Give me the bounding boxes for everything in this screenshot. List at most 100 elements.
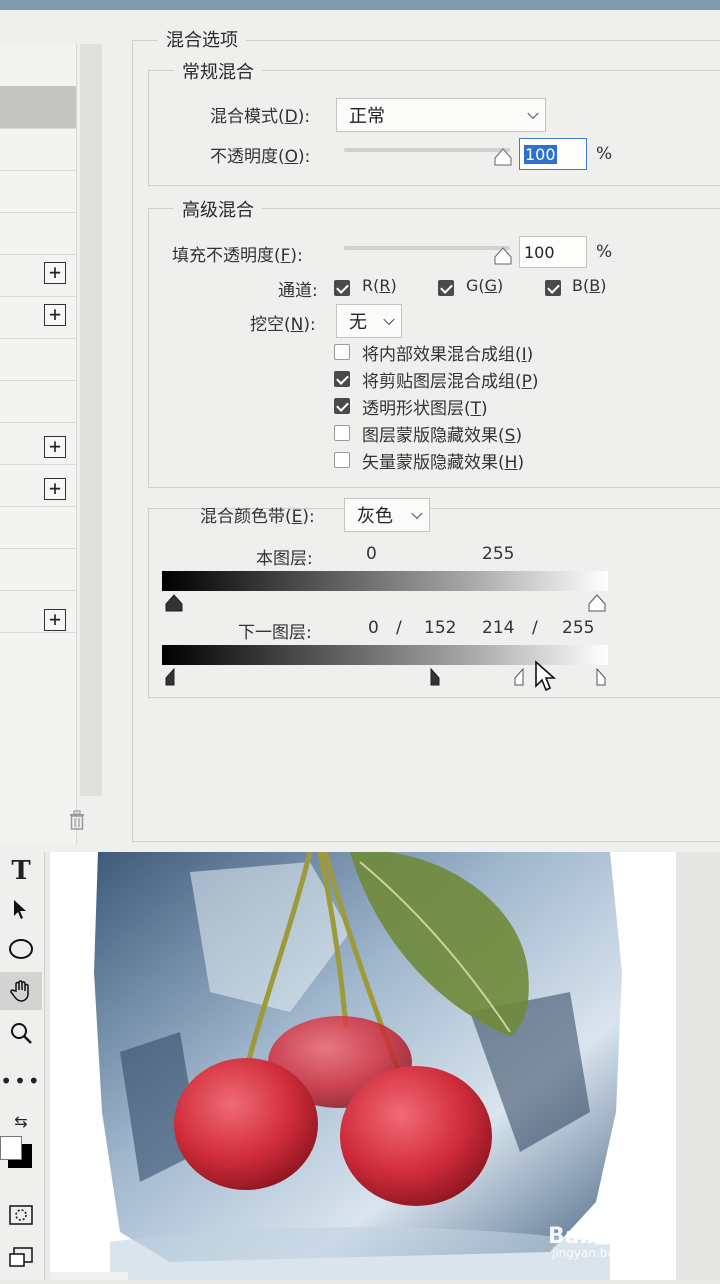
- channel-b-label: B(B): [572, 276, 607, 295]
- opacity-slider-thumb[interactable]: [494, 148, 512, 166]
- channel-b-checkbox[interactable]: [545, 280, 561, 296]
- underlying-white-slider-left-half[interactable]: [514, 668, 532, 686]
- foreground-color-swatch[interactable]: [0, 1136, 22, 1160]
- channel-g-label: G(G): [466, 276, 504, 295]
- vector-mask-hides-effects-checkbox[interactable]: [334, 452, 350, 468]
- watermark-url: jingyan.baidu.com: [552, 1246, 663, 1260]
- underlying-separator: /: [396, 618, 402, 638]
- chevron-down-icon: [383, 313, 395, 326]
- canvas-side-area: [676, 852, 720, 1280]
- add-style-button[interactable]: +: [44, 478, 66, 500]
- opacity-slider[interactable]: [344, 148, 510, 152]
- arrow-icon: [14, 900, 26, 919]
- style-item[interactable]: [0, 44, 76, 87]
- document-canvas[interactable]: [50, 850, 676, 1280]
- screen-mode-icon: [9, 1247, 33, 1267]
- opacity-unit: %: [596, 144, 613, 164]
- swap-icon: ⇆: [14, 1111, 28, 1131]
- this-layer-black-slider[interactable]: [165, 594, 183, 612]
- add-style-button[interactable]: +: [44, 262, 66, 284]
- style-item[interactable]: [0, 338, 76, 381]
- blend-if-value: 灰色: [357, 506, 393, 527]
- opacity-label: 不透明度(O):: [210, 147, 311, 167]
- layer-style-dialog: + + + + + 混合选项 常规混合 混合模式(D): 正常 不透明度(O):…: [0, 10, 720, 852]
- underlying-low-value: 0: [368, 618, 379, 638]
- window-title-bar: [0, 0, 720, 10]
- hand-tool[interactable]: [0, 972, 42, 1010]
- underlying-black-slider-right-half[interactable]: [422, 668, 440, 686]
- mouse-cursor-icon: [535, 660, 557, 692]
- chevron-down-icon: [527, 107, 539, 120]
- quick-mask[interactable]: [0, 1196, 42, 1234]
- style-item[interactable]: [0, 128, 76, 171]
- ellipse-icon: [9, 939, 33, 959]
- ellipse-tool[interactable]: [0, 930, 42, 968]
- fill-opacity-slider-thumb[interactable]: [494, 247, 512, 265]
- chevron-down-icon: [411, 507, 423, 520]
- type-tool[interactable]: T: [0, 852, 42, 890]
- blend-interior-effects-checkbox[interactable]: [334, 344, 350, 360]
- channels-label: 通道:: [278, 281, 318, 301]
- this-layer-gradient: [162, 571, 608, 591]
- styles-scrollbar[interactable]: [80, 44, 102, 796]
- transparency-shapes-layer-checkbox[interactable]: [334, 398, 350, 414]
- blending-options-title: 混合选项: [158, 26, 246, 52]
- blend-clipped-layers-label: 将剪贴图层混合成组(P): [362, 372, 539, 392]
- advanced-blending-title: 高级混合: [174, 196, 262, 222]
- type-icon: T: [11, 856, 31, 886]
- layer-mask-hides-effects-checkbox[interactable]: [334, 425, 350, 441]
- transparency-shapes-layer-label: 透明形状图层(T): [362, 399, 488, 419]
- fill-opacity-label: 填充不透明度(F):: [172, 246, 303, 266]
- blend-mode-select[interactable]: 正常: [336, 98, 546, 132]
- tools-panel: T ••• ⇆: [0, 852, 45, 1280]
- underlying-white-slider-right-half[interactable]: [588, 668, 606, 686]
- underlying-separator: /: [532, 618, 538, 638]
- style-item[interactable]: [0, 548, 76, 591]
- style-item-blending-options[interactable]: [0, 86, 76, 129]
- channel-r-label: R(R): [362, 276, 397, 295]
- underlying-high-split-value: 214: [482, 618, 515, 638]
- general-blending-title: 常规混合: [174, 58, 262, 84]
- add-style-button[interactable]: +: [44, 609, 66, 631]
- opacity-input[interactable]: 100: [519, 138, 587, 170]
- blend-clipped-layers-checkbox[interactable]: [334, 371, 350, 387]
- blend-mode-label: 混合模式(D):: [210, 107, 311, 127]
- swap-colors[interactable]: ⇆: [0, 1102, 42, 1140]
- channel-g-checkbox[interactable]: [438, 280, 454, 296]
- add-style-button[interactable]: +: [44, 436, 66, 458]
- style-item[interactable]: [0, 212, 76, 255]
- ice-cherries-image: [94, 850, 622, 1280]
- screen-mode[interactable]: [0, 1238, 42, 1276]
- underlying-high-value: 255: [562, 618, 595, 638]
- blend-if-select[interactable]: 灰色: [344, 498, 430, 532]
- channel-r-checkbox[interactable]: [334, 280, 350, 296]
- layer-mask-hides-effects-label: 图层蒙版隐藏效果(S): [362, 426, 523, 446]
- more-tools[interactable]: •••: [0, 1062, 42, 1100]
- style-item[interactable]: [0, 170, 76, 213]
- document-tab[interactable]: [50, 1272, 128, 1280]
- underlying-black-slider-left-half[interactable]: [165, 668, 183, 686]
- underlying-low-split-value: 152: [424, 618, 457, 638]
- path-selection-tool[interactable]: [0, 890, 42, 928]
- this-layer-white-slider[interactable]: [588, 594, 606, 612]
- style-item[interactable]: [0, 506, 76, 549]
- trash-icon[interactable]: [68, 810, 86, 830]
- style-item[interactable]: [0, 380, 76, 423]
- knockout-value: 无: [349, 312, 367, 333]
- add-style-button[interactable]: +: [44, 304, 66, 326]
- underlying-layer-label: 下一图层:: [238, 623, 312, 643]
- vector-mask-hides-effects-label: 矢量蒙版隐藏效果(H): [362, 453, 525, 473]
- zoom-tool[interactable]: [0, 1014, 42, 1052]
- ellipsis-icon: •••: [0, 1069, 42, 1093]
- fill-opacity-slider[interactable]: [344, 246, 510, 250]
- fill-opacity-input[interactable]: 100: [519, 236, 587, 268]
- this-layer-low-value: 0: [366, 544, 377, 564]
- blend-if-label: 混合颜色带(E):: [200, 507, 315, 527]
- fill-opacity-unit: %: [596, 242, 613, 262]
- this-layer-high-value: 255: [482, 544, 515, 564]
- knockout-select[interactable]: 无: [336, 304, 402, 338]
- blend-interior-effects-label: 将内部效果混合成组(I): [362, 345, 534, 365]
- hand-icon: [10, 980, 29, 1002]
- knockout-label: 挖空(N):: [250, 315, 316, 335]
- quick-mask-icon: [9, 1205, 33, 1225]
